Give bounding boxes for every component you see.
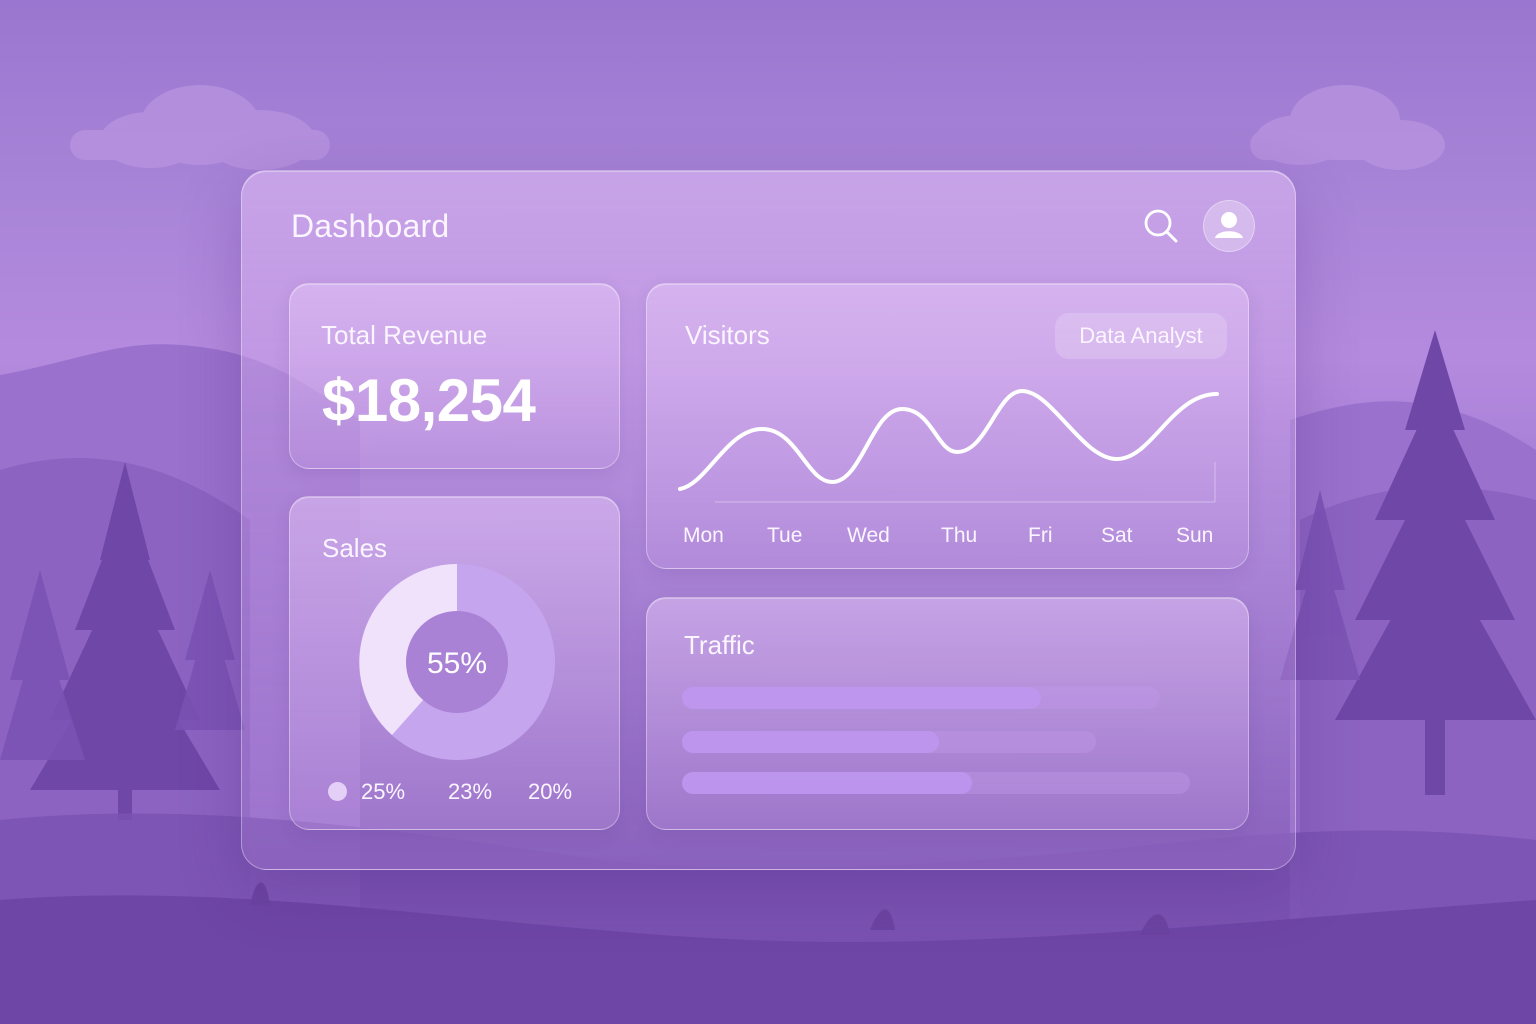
avatar[interactable] bbox=[1203, 200, 1255, 252]
traffic-card: Traffic bbox=[646, 597, 1249, 830]
x-tick-mon: Mon bbox=[683, 524, 724, 547]
traffic-bar-fill bbox=[682, 731, 939, 753]
traffic-bar-2 bbox=[682, 731, 1096, 753]
revenue-value: $18,254 bbox=[322, 367, 536, 434]
user-icon bbox=[1215, 212, 1243, 238]
x-tick-sun: Sun bbox=[1176, 524, 1214, 547]
sales-card: Sales 55% 25% 23% 20% bbox=[289, 496, 620, 830]
x-tick-sat: Sat bbox=[1101, 524, 1133, 547]
x-tick-wed: Wed bbox=[847, 524, 890, 547]
page-title: Dashboard bbox=[291, 208, 450, 244]
legend-dot bbox=[328, 782, 347, 801]
traffic-bar-3 bbox=[682, 772, 1190, 794]
legend-item-1: 25% bbox=[361, 779, 406, 804]
traffic-bar-fill bbox=[682, 687, 1041, 709]
traffic-bar-fill bbox=[682, 772, 972, 794]
revenue-label: Total Revenue bbox=[321, 320, 488, 350]
x-tick-tue: Tue bbox=[767, 524, 803, 547]
donut-center-label: 55% bbox=[427, 647, 487, 680]
x-tick-fri: Fri bbox=[1028, 524, 1053, 547]
cloud-right bbox=[1250, 85, 1445, 170]
x-tick-thu: Thu bbox=[941, 524, 978, 547]
visitors-line bbox=[678, 388, 1219, 491]
legend-item-2: 23% bbox=[448, 779, 493, 804]
visitors-card: Visitors Data Analyst Mon Tue Wed Thu Fr… bbox=[646, 283, 1249, 569]
traffic-bar-1 bbox=[682, 687, 1160, 709]
search-icon[interactable] bbox=[1140, 205, 1180, 245]
legend-item-3: 20% bbox=[528, 779, 573, 804]
cloud-left bbox=[70, 85, 330, 170]
traffic-label: Traffic bbox=[684, 630, 755, 660]
revenue-card: Total Revenue $18,254 bbox=[289, 283, 620, 469]
